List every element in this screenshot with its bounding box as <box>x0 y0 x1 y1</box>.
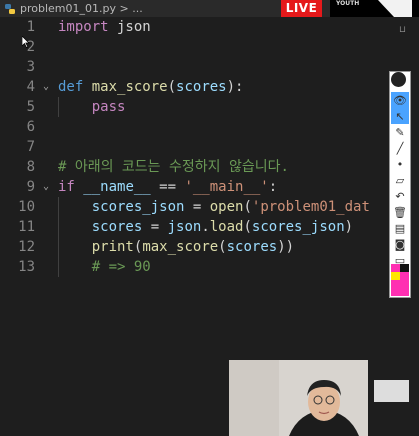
code-line[interactable]: 1 import json <box>0 17 390 37</box>
code-text: pass <box>91 99 126 115</box>
code-text: if __name__ == '__main__': <box>58 179 278 195</box>
code-text: import json <box>58 19 151 35</box>
code-line[interactable]: 4 ⌄ def max_score(scores): <box>0 77 390 97</box>
code-line[interactable]: 2 <box>0 37 390 57</box>
brush-icon[interactable]: ▤ <box>391 220 409 236</box>
line-number: 13 <box>18 259 35 275</box>
line-number: 4 <box>26 79 35 95</box>
code-text: scores = json.load(scores_json) <box>91 219 354 235</box>
overflow-icon: ⊔ <box>399 25 407 35</box>
line-icon[interactable]: ╱ <box>391 140 409 156</box>
code-line[interactable]: 8 # 아래의 코드는 수정하지 않습니다. <box>0 157 390 177</box>
pointer-icon[interactable]: ↖ <box>391 108 409 124</box>
code-text: # 아래의 코드는 수정하지 않습니다. <box>58 159 289 175</box>
line-number: 5 <box>26 99 35 115</box>
logo-shape-icon <box>378 0 412 17</box>
code-line[interactable]: 7 <box>0 137 390 157</box>
code-text: # => 90 <box>91 259 151 275</box>
fold-chevron-icon[interactable]: ⌄ <box>43 177 49 197</box>
code-line[interactable]: 6 <box>0 117 390 137</box>
code-editor[interactable]: 1 import json 2 3 4 ⌄ def max_score(scores): 5 … <box>0 17 390 300</box>
trash-icon[interactable]: 🗑 <box>391 204 409 220</box>
undo-icon[interactable]: ↶ <box>391 188 409 204</box>
tab-bar: problem01_01.py > ... LIVE YOUTH <box>0 0 419 17</box>
code-text: def max_score(scores): <box>58 79 244 95</box>
line-number: 1 <box>26 19 35 35</box>
live-badge: LIVE <box>281 0 322 17</box>
code-line[interactable]: 3 <box>0 57 390 77</box>
python-file-icon <box>5 3 15 14</box>
camera-icon[interactable]: ◙ <box>391 236 409 252</box>
eye-icon[interactable]: 👁 <box>391 92 409 108</box>
webcam-video <box>229 360 419 436</box>
line-number: 3 <box>26 59 35 75</box>
code-text: scores_json = open('problem01_dat <box>91 199 370 215</box>
line-number: 6 <box>26 119 35 135</box>
line-number: 8 <box>26 159 35 175</box>
line-number: 11 <box>18 219 35 235</box>
document-icon[interactable]: ▭ <box>391 252 409 268</box>
line-number: 9 <box>26 179 35 195</box>
presenter-image <box>229 360 419 436</box>
code-text: print(max_score(scores)) <box>91 239 295 255</box>
fold-chevron-icon[interactable]: ⌄ <box>43 77 49 97</box>
color-palette[interactable] <box>391 264 409 296</box>
indent-guide <box>58 97 59 117</box>
line-number: 10 <box>18 199 35 215</box>
pen-tool-toggle[interactable] <box>391 72 406 87</box>
indent-guide <box>58 197 59 277</box>
editor-tab[interactable]: problem01_01.py > ... <box>0 0 143 17</box>
channel-logo-text: YOUTH <box>336 0 360 7</box>
dot-icon[interactable]: • <box>391 156 409 172</box>
pen-icon[interactable]: ✎ <box>391 124 409 140</box>
line-number: 7 <box>26 139 35 155</box>
mouse-cursor-icon <box>22 36 30 48</box>
tab-title: problem01_01.py > ... <box>20 2 143 15</box>
code-line[interactable]: 9 ⌄ if __name__ == '__main__': <box>0 177 390 197</box>
eraser-icon[interactable]: ▱ <box>391 172 409 188</box>
line-number: 12 <box>18 239 35 255</box>
annotation-toolbar: 👁 ↖ ✎ ╱ • ▱ ↶ 🗑 ▤ ◙ ▭ <box>389 71 411 298</box>
